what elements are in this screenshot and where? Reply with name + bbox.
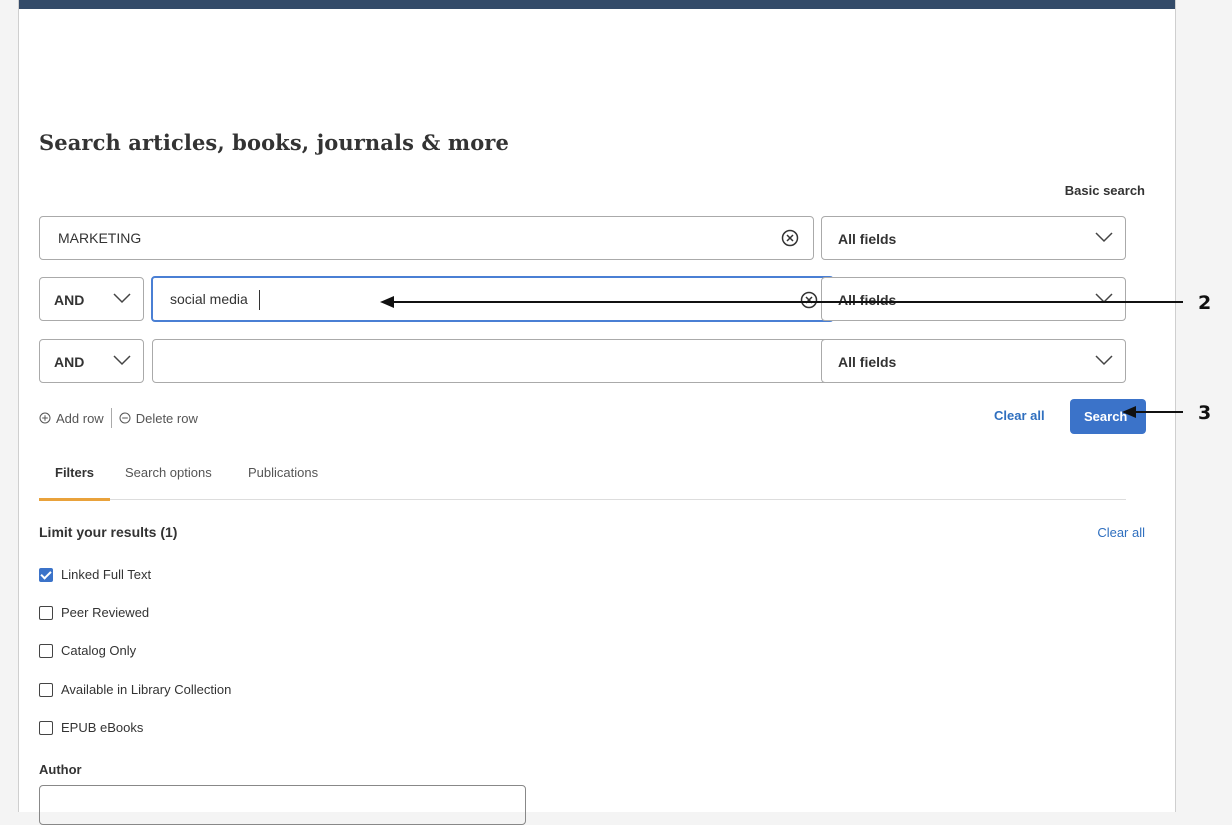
chevron-down-icon (113, 293, 131, 304)
checkbox[interactable] (39, 643, 53, 658)
field-select-label: All fields (838, 231, 897, 247)
boolean-operator-label: AND (54, 354, 85, 370)
checkbox-checked[interactable] (39, 567, 53, 582)
limit-results-heading: Limit your results (1) (39, 524, 178, 540)
search-input-row-3[interactable] (152, 339, 833, 383)
text-cursor (259, 290, 260, 310)
add-row-label: Add row (56, 410, 104, 426)
tab-filters[interactable]: Filters (39, 465, 111, 501)
filter-checkbox-peer-reviewed[interactable]: Peer Reviewed (39, 605, 149, 620)
field-select-row-2[interactable]: All fields (821, 277, 1126, 321)
page-title: Search articles, books, journals & more (39, 130, 509, 155)
field-select-label: All fields (838, 354, 897, 370)
filter-label: Linked Full Text (61, 567, 152, 582)
tab-publications[interactable]: Publications (248, 465, 318, 498)
filter-label: Catalog Only (61, 643, 137, 658)
clear-all-filters-link[interactable]: Clear all (1097, 525, 1145, 540)
add-row-button[interactable]: Add row (39, 411, 104, 426)
clear-all-button[interactable]: Clear all (994, 408, 1045, 423)
delete-row-label: Delete row (135, 410, 198, 426)
clear-input-icon[interactable] (781, 229, 799, 247)
divider (110, 408, 112, 428)
chevron-down-icon (113, 355, 131, 366)
author-label: Author (39, 762, 82, 777)
filter-checkbox-linked-full-text[interactable]: Linked Full Text (39, 567, 151, 582)
chevron-down-icon (1095, 232, 1113, 243)
clear-input-icon[interactable] (800, 291, 818, 309)
row-controls: Add row Delete row (39, 408, 198, 428)
delete-row-button[interactable]: Delete row (119, 411, 198, 426)
annotation-label-2: 2 (1198, 292, 1212, 314)
filter-label: EPUB eBooks (61, 720, 144, 735)
boolean-operator-label: AND (54, 292, 85, 308)
tab-bar: Filters Search options Publications (39, 465, 1126, 501)
search-input-row-2[interactable]: social media (151, 276, 834, 322)
filter-label: Available in Library Collection (61, 682, 232, 697)
search-panel: Search articles, books, journals & more … (18, 0, 1176, 825)
field-select-row-3[interactable]: All fields (821, 339, 1126, 383)
filter-label: Peer Reviewed (61, 605, 150, 620)
minus-circle-icon (119, 412, 131, 424)
chevron-down-icon (1095, 293, 1113, 304)
search-input-row-1[interactable]: MARKETING (39, 216, 814, 260)
annotation-label-3: 3 (1198, 402, 1212, 424)
author-input[interactable] (39, 785, 526, 825)
field-select-label: All fields (838, 292, 897, 308)
checkbox[interactable] (39, 605, 53, 620)
boolean-operator-row-2[interactable]: AND (39, 277, 144, 321)
filter-checkbox-catalog-only[interactable]: Catalog Only (39, 643, 136, 658)
field-select-row-1[interactable]: All fields (821, 216, 1126, 260)
tab-search-options[interactable]: Search options (125, 465, 212, 498)
checkbox[interactable] (39, 720, 53, 735)
plus-circle-icon (39, 412, 51, 424)
checkbox[interactable] (39, 682, 53, 697)
filter-checkbox-available-in-library[interactable]: Available in Library Collection (39, 682, 231, 697)
search-input-value: MARKETING (58, 230, 142, 246)
filter-checkbox-epub-ebooks[interactable]: EPUB eBooks (39, 720, 143, 735)
boolean-operator-row-3[interactable]: AND (39, 339, 144, 383)
basic-search-link[interactable]: Basic search (1065, 183, 1145, 198)
top-accent-bar (19, 0, 1175, 9)
search-button[interactable]: Search (1070, 399, 1146, 434)
search-input-value: social media (170, 291, 248, 307)
chevron-down-icon (1095, 355, 1113, 366)
